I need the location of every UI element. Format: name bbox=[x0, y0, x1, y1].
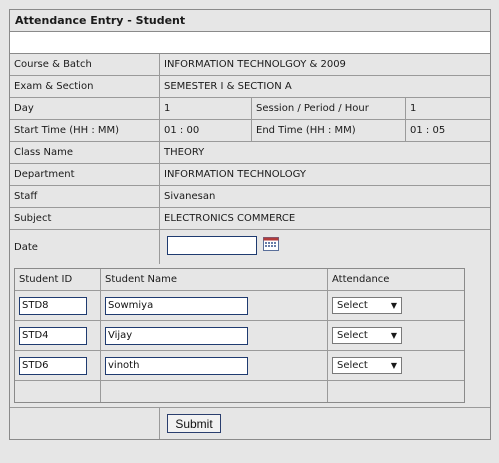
start-time-label: Start Time (HH : MM) bbox=[10, 120, 160, 141]
date-label: Date bbox=[10, 230, 160, 264]
attendance-select-value: Select bbox=[337, 300, 368, 311]
course-value: INFORMATION TECHNOLGOY & 2009 bbox=[164, 59, 346, 70]
table-empty-row bbox=[15, 381, 464, 402]
student-name-field[interactable]: Sowmiya bbox=[105, 296, 248, 315]
table-row: STD6 vinoth Select ▼ bbox=[15, 351, 464, 381]
end-time-value: 01 : 05 bbox=[410, 125, 446, 136]
session-label: Session / Period / Hour bbox=[252, 98, 406, 119]
chevron-down-icon: ▼ bbox=[390, 331, 397, 340]
exam-label: Exam & Section bbox=[10, 76, 160, 97]
date-input[interactable] bbox=[167, 236, 257, 255]
attendance-select[interactable]: Select ▼ bbox=[332, 327, 402, 344]
table-header: Student ID Student Name Attendance bbox=[15, 269, 464, 291]
attendance-select-value: Select bbox=[337, 330, 368, 341]
attendance-form: Attendance Entry - Student Course & Batc… bbox=[9, 9, 491, 440]
class-value: THEORY bbox=[164, 147, 205, 158]
student-table: Student ID Student Name Attendance STD8 … bbox=[14, 268, 465, 403]
blank-row bbox=[10, 32, 490, 54]
student-id-field[interactable]: STD4 bbox=[19, 326, 87, 345]
student-id-field[interactable]: STD6 bbox=[19, 356, 87, 375]
department-label: Department bbox=[10, 164, 160, 185]
row-department: Department INFORMATION TECHNOLOGY bbox=[10, 164, 490, 186]
student-id-field[interactable]: STD8 bbox=[19, 296, 87, 315]
row-course: Course & Batch INFORMATION TECHNOLGOY & … bbox=[10, 54, 490, 76]
subject-value: ELECTRONICS COMMERCE bbox=[164, 213, 296, 224]
chevron-down-icon: ▼ bbox=[390, 361, 397, 370]
table-row: STD4 Vijay Select ▼ bbox=[15, 321, 464, 351]
course-label: Course & Batch bbox=[10, 54, 160, 75]
class-label: Class Name bbox=[10, 142, 160, 163]
form-title: Attendance Entry - Student bbox=[10, 10, 490, 32]
row-subject: Subject ELECTRONICS COMMERCE bbox=[10, 208, 490, 230]
session-value: 1 bbox=[410, 103, 417, 114]
table-row: STD8 Sowmiya Select ▼ bbox=[15, 291, 464, 321]
row-time: Start Time (HH : MM) 01 : 00 End Time (H… bbox=[10, 120, 490, 142]
student-name-field[interactable]: Vijay bbox=[105, 326, 248, 345]
exam-value: SEMESTER I & SECTION A bbox=[164, 81, 292, 92]
attendance-select[interactable]: Select ▼ bbox=[332, 297, 402, 314]
start-time-value: 01 : 00 bbox=[160, 120, 252, 141]
row-staff: Staff Sivanesan bbox=[10, 186, 490, 208]
form-footer: Submit bbox=[10, 407, 490, 439]
attendance-select[interactable]: Select ▼ bbox=[332, 357, 402, 374]
subject-label: Subject bbox=[10, 208, 160, 229]
calendar-icon[interactable] bbox=[263, 237, 279, 251]
header-attendance: Attendance bbox=[332, 274, 390, 285]
end-time-label: End Time (HH : MM) bbox=[252, 120, 406, 141]
staff-value: Sivanesan bbox=[164, 191, 216, 202]
day-value: 1 bbox=[160, 98, 252, 119]
staff-label: Staff bbox=[10, 186, 160, 207]
attendance-select-value: Select bbox=[337, 360, 368, 371]
chevron-down-icon: ▼ bbox=[390, 301, 397, 310]
header-student-id: Student ID bbox=[15, 269, 101, 290]
header-student-name: Student Name bbox=[101, 269, 328, 290]
student-name-field[interactable]: vinoth bbox=[105, 356, 248, 375]
submit-button[interactable]: Submit bbox=[167, 414, 221, 433]
row-day: Day 1 Session / Period / Hour 1 bbox=[10, 98, 490, 120]
row-class: Class Name THEORY bbox=[10, 142, 490, 164]
row-exam: Exam & Section SEMESTER I & SECTION A bbox=[10, 76, 490, 98]
department-value: INFORMATION TECHNOLOGY bbox=[164, 169, 307, 180]
day-label: Day bbox=[10, 98, 160, 119]
